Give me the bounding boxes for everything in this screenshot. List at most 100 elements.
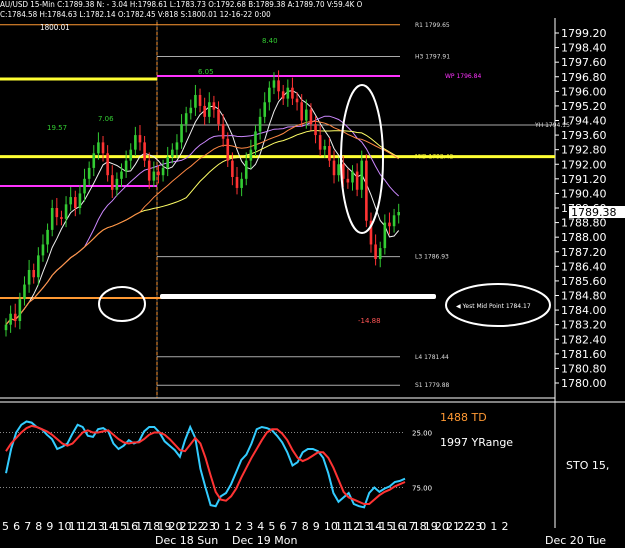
stochastic-panel: 25.00 75.00 1488 TD 1997 YRange STO 15, xyxy=(0,411,609,509)
pivot-level-label: R1 1799.65 xyxy=(415,22,450,29)
pivot-level-label: L3 1786.93 xyxy=(415,254,449,261)
candle-body xyxy=(231,160,234,178)
candle-body xyxy=(124,160,128,172)
x-tick-label: 1 xyxy=(490,520,497,533)
day-label: Dec 19 Mon xyxy=(232,534,297,547)
candle-body xyxy=(55,208,59,218)
candle-body xyxy=(147,160,151,181)
highlight-ellipse xyxy=(98,286,146,322)
x-tick-label: 5 xyxy=(268,520,275,533)
candle-body xyxy=(152,171,156,181)
y-tick-label: 1787.20 xyxy=(561,246,607,259)
pivot-level-label: MID 1792.42 xyxy=(415,154,453,161)
candle-body xyxy=(198,94,202,106)
candle-body xyxy=(314,124,317,136)
candle-body xyxy=(157,171,160,176)
candle-body xyxy=(78,193,82,208)
y-tick-label: 1798.40 xyxy=(561,42,607,55)
candle-body xyxy=(383,222,387,249)
candle-body xyxy=(41,244,45,256)
x-tick-label: 8 xyxy=(302,520,309,533)
x-tick-label: 0 xyxy=(213,520,220,533)
yest-mid-label: ◀ Yest Mid Point 1784.17 xyxy=(456,303,531,310)
day-label: Dec 18 Sun xyxy=(155,534,218,547)
yest-mid-marker xyxy=(160,294,436,299)
y-tick-label: 1785.60 xyxy=(561,275,607,288)
candle-body xyxy=(203,105,206,117)
candle-body xyxy=(346,178,350,183)
y-tick-label: 1786.40 xyxy=(561,260,607,273)
x-tick-label: 9 xyxy=(46,520,53,533)
candle-body xyxy=(92,153,96,168)
x-tick-label: 6 xyxy=(280,520,287,533)
pivot-level-label: L4 1781.44 xyxy=(415,354,449,361)
y-tick-label: 1780.00 xyxy=(561,377,607,390)
candle-body xyxy=(138,135,142,143)
candle-body xyxy=(184,113,188,125)
td-label: 1488 TD xyxy=(440,411,487,424)
candle-body xyxy=(332,160,336,176)
x-tick-label: 2 xyxy=(235,520,242,533)
y-tick-label: 1792.80 xyxy=(561,144,607,157)
candle-body xyxy=(258,116,262,132)
y-tick-label: 1793.60 xyxy=(561,129,607,142)
header-mark: 1800.01 xyxy=(40,23,70,32)
candle-body xyxy=(171,149,174,157)
y-tick-label: 1796.00 xyxy=(561,85,607,98)
candle-body xyxy=(392,215,396,227)
candle-body xyxy=(291,87,294,99)
candle-body xyxy=(305,109,308,121)
grid-layer xyxy=(0,18,625,528)
y-tick-label: 1780.80 xyxy=(561,362,607,375)
candle-body xyxy=(37,255,40,278)
y-tick-label: 1788.00 xyxy=(561,231,607,244)
candle-body xyxy=(281,91,285,99)
candle-body xyxy=(13,313,17,322)
candle-body xyxy=(32,269,36,278)
price-axis: 1799.20 1798.401797.60 1796.801796.00 1795.… xyxy=(555,27,625,390)
candle-body xyxy=(175,142,179,150)
x-tick-label: 7 xyxy=(291,520,298,533)
x-tick-label: 6 xyxy=(13,520,20,533)
candle-body xyxy=(166,156,169,168)
candle-body xyxy=(161,167,165,176)
candle-body xyxy=(378,248,382,260)
candle-body xyxy=(9,313,12,325)
candle-body xyxy=(226,138,230,161)
swing-annotation: 8.40 xyxy=(262,37,278,45)
x-tick-label: 4 xyxy=(257,520,264,533)
y-tick-label: 1791.20 xyxy=(561,173,607,186)
x-tick-label: 5 xyxy=(2,520,9,533)
candle-body xyxy=(286,87,290,99)
pivot-level-label: WP 1796.84 xyxy=(445,73,481,80)
candle-body xyxy=(360,160,364,190)
candle-body xyxy=(189,107,193,114)
candle-body xyxy=(129,149,133,161)
candle-body xyxy=(110,175,114,190)
candle-body xyxy=(97,142,100,154)
candle-body xyxy=(64,204,68,219)
candle-body xyxy=(194,94,197,108)
swing-annotation: 6.05 xyxy=(198,68,214,76)
y-tick-label: 1796.80 xyxy=(561,71,607,84)
candle-body xyxy=(69,197,72,205)
swing-annotation: 19.57 xyxy=(47,124,67,132)
y-tick-label: 1797.60 xyxy=(561,56,607,69)
x-tick-label: 1 xyxy=(224,520,231,533)
candle-body xyxy=(388,222,391,227)
candle-body xyxy=(244,160,248,179)
candle-body xyxy=(397,212,400,216)
candle-body xyxy=(328,146,331,161)
day-label: Dec 20 Tue xyxy=(545,534,606,547)
y-tick-label: 1784.00 xyxy=(561,304,607,317)
time-axis: 5 6 7 8 9 10111213141516171819202122230 1 2 3 4 5 6… xyxy=(2,520,606,547)
candle-body xyxy=(115,178,119,190)
candle-body xyxy=(263,102,267,117)
sto-label: STO 15, xyxy=(566,459,609,472)
candle-body xyxy=(277,80,280,92)
candle-body xyxy=(87,167,91,179)
candle-body xyxy=(46,229,49,245)
candle-body xyxy=(365,160,368,221)
candle-body xyxy=(212,102,216,110)
chart-canvas: R1 1799.65H3 1797.91WP 1796.84YH 1794.15… xyxy=(0,0,625,547)
